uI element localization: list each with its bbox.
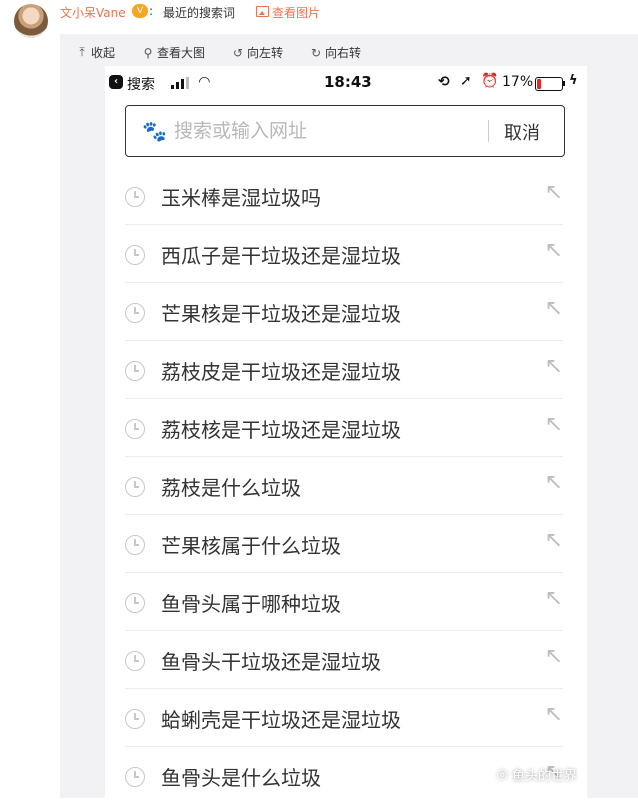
fill-arrow-icon[interactable]: ↖: [545, 238, 563, 263]
collapse-button[interactable]: ⤒ 收起: [76, 44, 115, 61]
charging-icon: ϟ: [569, 73, 578, 88]
history-row[interactable]: 荔枝皮是干垃圾还是湿垃圾 ↖: [125, 340, 563, 399]
rotate-right-label: 向右转: [325, 46, 362, 60]
vip-badge-icon: V: [132, 4, 148, 18]
rotation-lock-icon: ⟲: [438, 74, 450, 90]
clock-icon: [125, 535, 145, 555]
alarm-icon: ⏰: [481, 73, 499, 89]
avatar[interactable]: [14, 4, 48, 38]
clock-icon: [125, 361, 145, 381]
history-text: 芒果核是干垃圾还是湿垃圾: [161, 302, 401, 326]
post-colon: :: [149, 4, 154, 18]
history-text: 蛤蜊壳是干垃圾还是湿垃圾: [161, 708, 401, 732]
rotate-left-icon: ↺: [232, 45, 244, 60]
fill-arrow-icon[interactable]: ↖: [545, 354, 563, 379]
wifi-icon: ◠: [199, 74, 210, 90]
clock-icon: [125, 303, 145, 323]
clock-icon: [125, 187, 145, 207]
history-text: 荔枝是什么垃圾: [161, 476, 301, 500]
clock-icon: [125, 477, 145, 497]
rotate-left-label: 向左转: [247, 46, 284, 60]
location-icon: ➚: [460, 73, 472, 89]
history-row[interactable]: 玉米棒是湿垃圾吗 ↖: [125, 166, 563, 225]
view-image-link[interactable]: 查看图片: [272, 4, 320, 21]
clock-icon: [125, 593, 145, 613]
status-bar: ‹ 搜索 ◠ 18:43 ⟲ ➚ ⏰ 17% ϟ: [105, 66, 587, 100]
history-text: 鱼骨头干垃圾还是湿垃圾: [161, 650, 381, 674]
history-text: 荔枝核是干垃圾还是湿垃圾: [161, 418, 401, 442]
image-toolbar: ⤒ 收起 ⚲ 查看大图 ↺ 向左转 ↻ 向右转: [60, 34, 638, 68]
clock-icon: [125, 709, 145, 729]
history-text: 西瓜子是干垃圾还是湿垃圾: [161, 244, 401, 268]
rotate-right-icon: ↻: [310, 45, 322, 60]
back-arrow-icon[interactable]: ‹: [109, 75, 123, 89]
phone-screenshot: ‹ 搜索 ◠ 18:43 ⟲ ➚ ⏰ 17% ϟ 🐾 取消 玉米棒是湿垃圾吗↖西…: [105, 66, 587, 798]
view-large-label: 查看大图: [157, 46, 206, 60]
fill-arrow-icon[interactable]: ↖: [545, 644, 563, 669]
author-name[interactable]: 文小呆Vane: [60, 4, 126, 21]
fill-arrow-icon[interactable]: ↖: [545, 586, 563, 611]
signal-icon: [171, 77, 191, 89]
search-input[interactable]: [174, 118, 474, 144]
search-divider: [488, 120, 489, 142]
rotate-right-button[interactable]: ↻ 向右转: [310, 44, 361, 61]
fill-arrow-icon[interactable]: ↖: [545, 296, 563, 321]
cancel-button[interactable]: 取消: [504, 119, 540, 145]
history-row[interactable]: 鱼骨头干垃圾还是湿垃圾 ↖: [125, 630, 563, 689]
collapse-label: 收起: [91, 46, 116, 60]
watermark-text: 鱼头的世界: [511, 769, 577, 784]
search-box: 🐾 取消: [125, 105, 565, 157]
rotate-left-button[interactable]: ↺ 向左转: [232, 44, 283, 61]
history-row[interactable]: 鱼骨头属于哪种垃圾 ↖: [125, 572, 563, 631]
watermark: ◎ 鱼头的世界: [497, 765, 577, 784]
battery-percent: 17%: [502, 74, 534, 90]
history-row[interactable]: 西瓜子是干垃圾还是湿垃圾 ↖: [125, 224, 563, 283]
history-row[interactable]: 芒果核是干垃圾还是湿垃圾 ↖: [125, 282, 563, 341]
battery-icon: [535, 77, 563, 91]
fill-arrow-icon[interactable]: ↖: [545, 528, 563, 553]
history-text: 鱼骨头属于哪种垃圾: [161, 592, 341, 616]
magnifier-icon: ⚲: [143, 45, 153, 60]
history-row[interactable]: 荔枝核是干垃圾还是湿垃圾 ↖: [125, 398, 563, 457]
clock-icon: [125, 245, 145, 265]
history-text: 荔枝皮是干垃圾还是湿垃圾: [161, 360, 401, 384]
clock-icon: [125, 767, 145, 787]
arrow-up-icon: ⤒: [79, 45, 85, 59]
post-text: 最近的搜索词: [163, 6, 236, 20]
history-text: 芒果核属于什么垃圾: [161, 534, 341, 558]
fill-arrow-icon[interactable]: ↖: [545, 702, 563, 727]
history-row[interactable]: 荔枝是什么垃圾 ↖: [125, 456, 563, 515]
battery-cap: [563, 81, 565, 86]
history-row[interactable]: 芒果核属于什么垃圾 ↖: [125, 514, 563, 573]
history-row[interactable]: 蛤蜊壳是干垃圾还是湿垃圾 ↖: [125, 688, 563, 747]
image-icon[interactable]: [256, 6, 269, 17]
wechat-icon: ◎: [496, 767, 508, 782]
history-text: 玉米棒是湿垃圾吗: [161, 186, 321, 210]
fill-arrow-icon[interactable]: ↖: [545, 412, 563, 437]
fill-arrow-icon[interactable]: ↖: [545, 180, 563, 205]
view-large-button[interactable]: ⚲ 查看大图: [142, 44, 205, 61]
baidu-paw-icon: 🐾: [142, 119, 167, 143]
history-text: 鱼骨头是什么垃圾: [161, 766, 321, 790]
back-app-label[interactable]: 搜索: [127, 74, 155, 94]
clock-icon: [125, 651, 145, 671]
clock-icon: [125, 419, 145, 439]
fill-arrow-icon[interactable]: ↖: [545, 470, 563, 495]
status-time: 18:43: [324, 73, 372, 91]
